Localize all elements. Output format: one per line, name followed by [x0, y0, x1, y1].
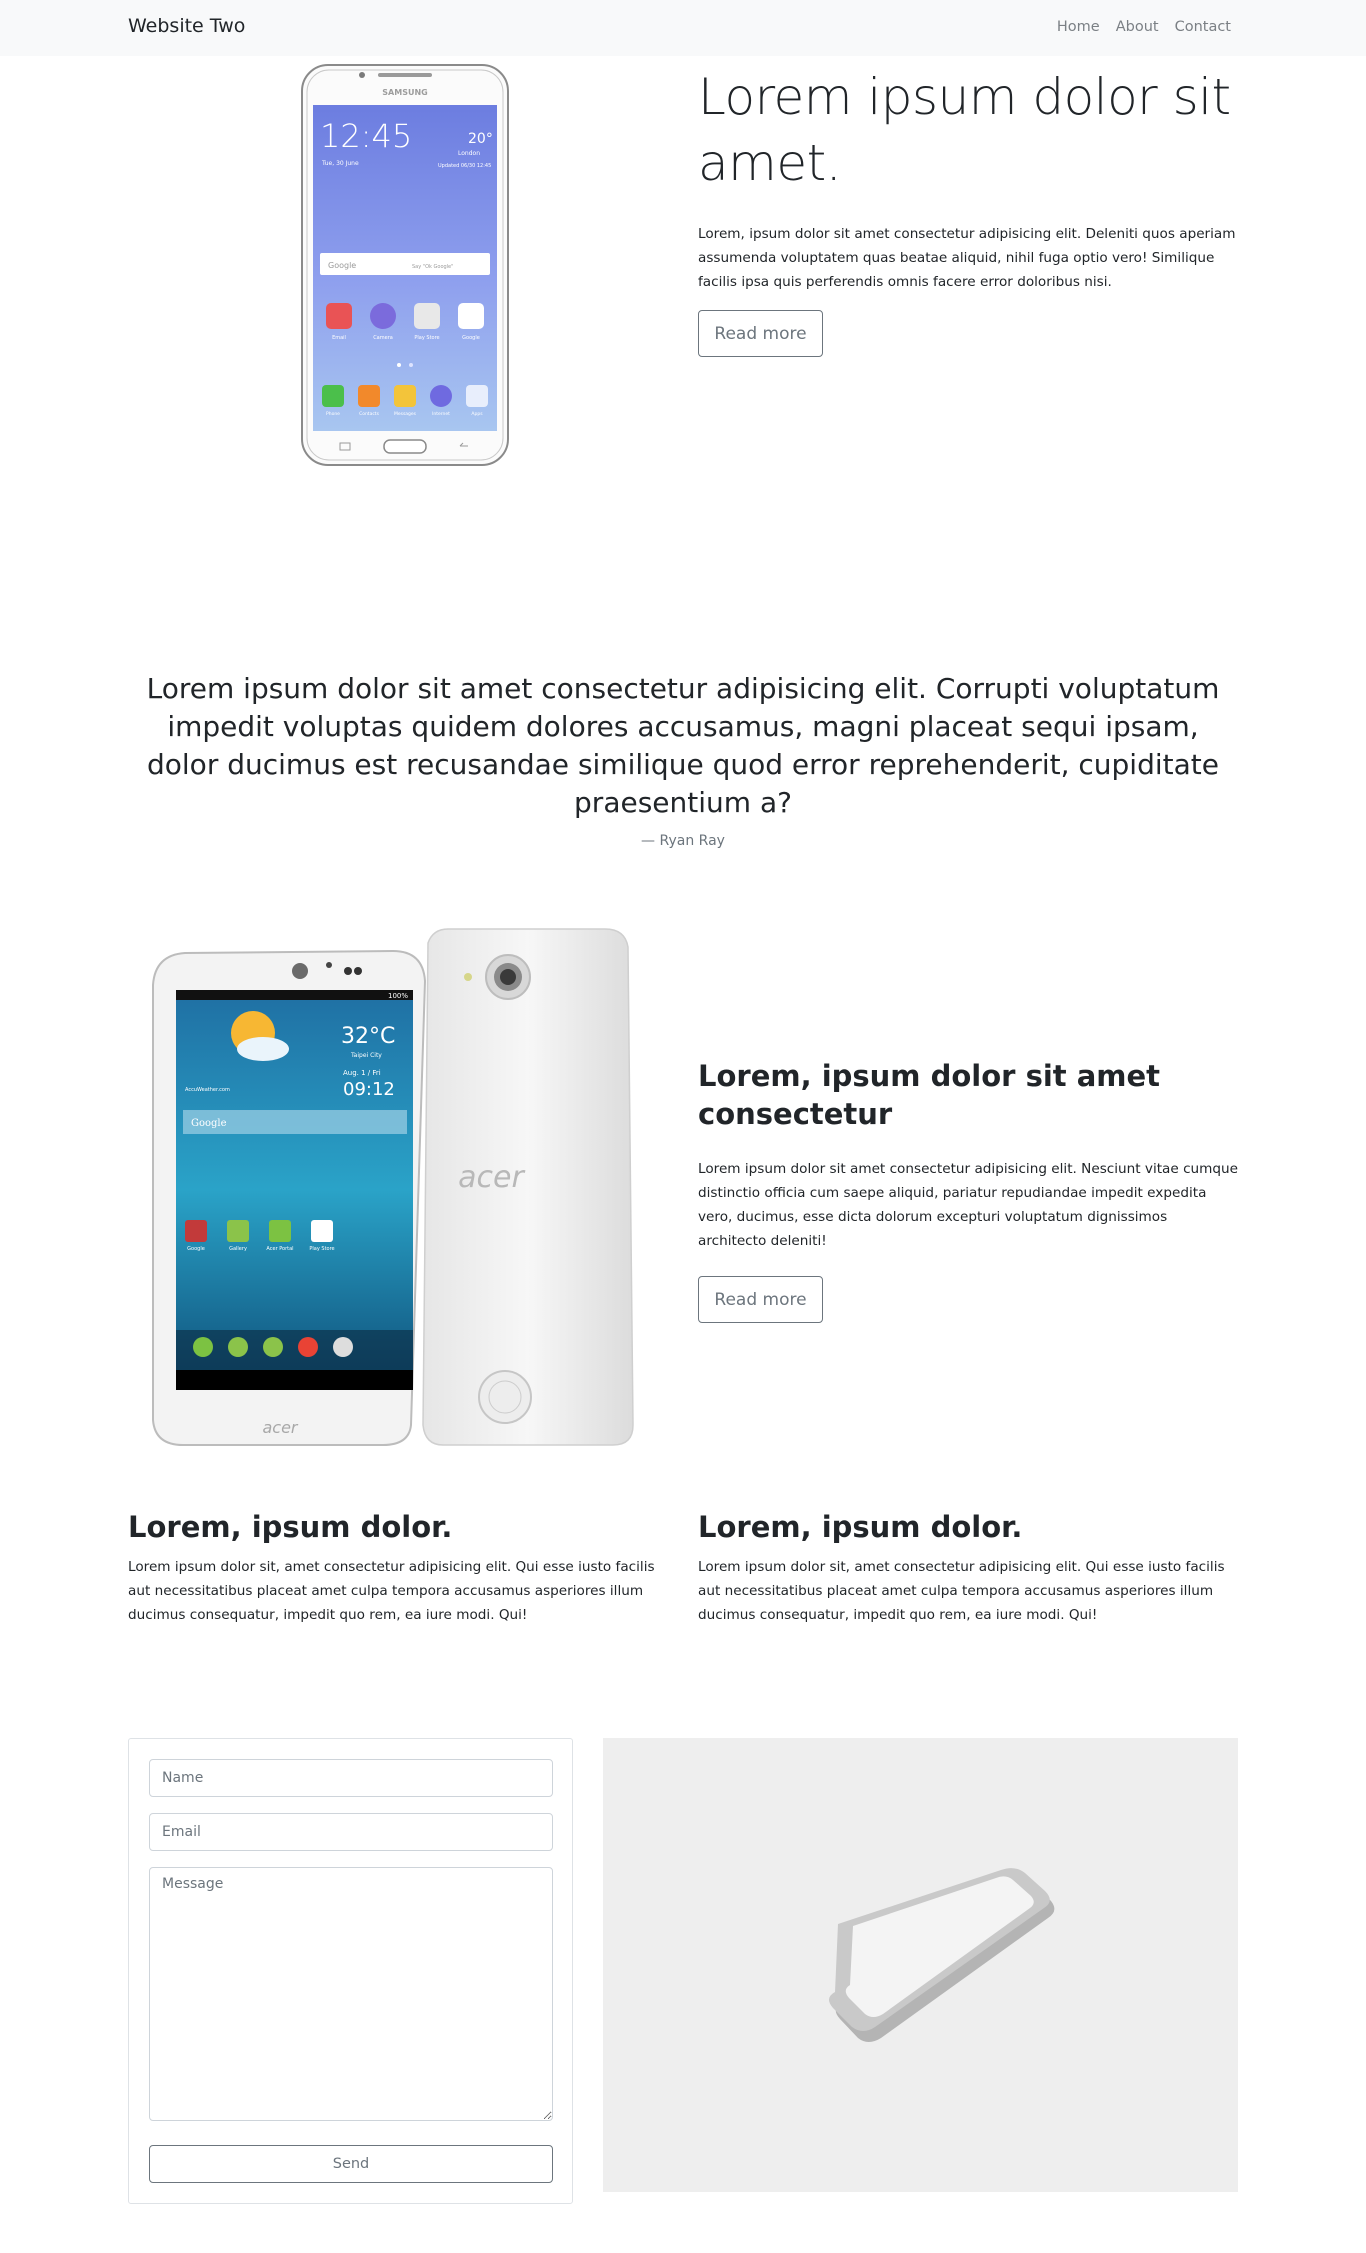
phone-app-label: Google — [462, 335, 480, 341]
phone-date: Tue, 30 June — [321, 160, 359, 167]
phone-updated: Updated 06/30 12:45 — [438, 163, 491, 169]
acer-back-logo: acer — [458, 1160, 525, 1195]
samsung-phone-image: SAMSUNG 12:45 Tue, 30 June 20° London Up… — [301, 64, 509, 466]
phone-dock-label: Messages — [394, 411, 417, 417]
quote-author: — Ryan Ray — [641, 833, 725, 849]
phone-search-hint: Say "Ok Google" — [412, 264, 453, 270]
navbar: Website Two Home About Contact — [0, 0, 1366, 56]
email-input[interactable] — [149, 1813, 553, 1851]
acer-front-logo: acer — [262, 1418, 298, 1437]
phone-city: London — [458, 150, 480, 157]
name-input[interactable] — [149, 1759, 553, 1797]
acer-temp: 32°C — [341, 1024, 395, 1049]
nav-link-about[interactable]: About — [1116, 19, 1159, 35]
acer-search: Google — [191, 1118, 227, 1129]
phone-dock-label: Phone — [326, 411, 340, 417]
acer-app-label: Play Store — [309, 1246, 334, 1252]
feature-title: Lorem, ipsum dolor sit amet consectetur — [698, 1059, 1161, 1131]
acer-app-label: Gallery — [229, 1246, 247, 1252]
phone-app-label: Play Store — [414, 335, 439, 341]
phone-search: Google — [328, 261, 356, 270]
phone-clock: 12:45 — [320, 117, 412, 155]
phone-illustration — [603, 1738, 1238, 2192]
send-button[interactable]: Send — [149, 2145, 553, 2183]
column-2-text: Lorem ipsum dolor sit, amet consectetur … — [698, 1559, 1225, 1623]
hero-text: Lorem, ipsum dolor sit amet consectetur … — [698, 226, 1236, 290]
contact-form: Send — [128, 1738, 573, 2204]
phone-dock-label: Contacts — [359, 411, 380, 417]
acer-phones-image: acer 100% 32°C Taipei City Aug. 1 / Fri … — [152, 928, 634, 1446]
message-textarea[interactable] — [149, 1867, 553, 2121]
feature-text: Lorem ipsum dolor sit amet consectetur a… — [698, 1161, 1239, 1249]
nav-link-home[interactable]: Home — [1057, 19, 1100, 35]
column-1-title: Lorem, ipsum dolor. — [128, 1510, 453, 1544]
acer-city: Taipei City — [350, 1052, 382, 1059]
isometric-phone-icon — [828, 1868, 1055, 2042]
quote-text: Lorem ipsum dolor sit amet consectetur a… — [146, 672, 1220, 819]
phone-brand: SAMSUNG — [382, 88, 427, 97]
acer-clock: 09:12 — [343, 1079, 395, 1100]
hero-title: Lorem ipsum dolor sit amet. — [698, 68, 1231, 192]
acer-date: Aug. 1 / Fri — [343, 1069, 381, 1077]
feature-read-more-button[interactable]: Read more — [698, 1276, 823, 1323]
acer-battery: 100% — [388, 992, 408, 1000]
phone-app-label: Email — [332, 335, 346, 341]
phone-dock-label: Internet — [432, 411, 450, 417]
nav-link-contact[interactable]: Contact — [1175, 19, 1231, 35]
acer-app-label: Google — [187, 1246, 205, 1252]
phone-dock-label: Apps — [471, 411, 483, 417]
phone-app-label: Camera — [373, 335, 393, 341]
acer-app-label: Acer Portal — [266, 1246, 293, 1252]
column-2-title: Lorem, ipsum dolor. — [698, 1510, 1023, 1544]
nav-links: Home About Contact — [1057, 19, 1231, 35]
brand-link[interactable]: Website Two — [128, 15, 245, 37]
hero-read-more-button[interactable]: Read more — [698, 310, 823, 357]
phone-temp: 20° — [468, 131, 493, 147]
column-1-text: Lorem ipsum dolor sit, amet consectetur … — [128, 1559, 655, 1623]
acer-weather-source: AccuWeather.com — [185, 1087, 230, 1093]
